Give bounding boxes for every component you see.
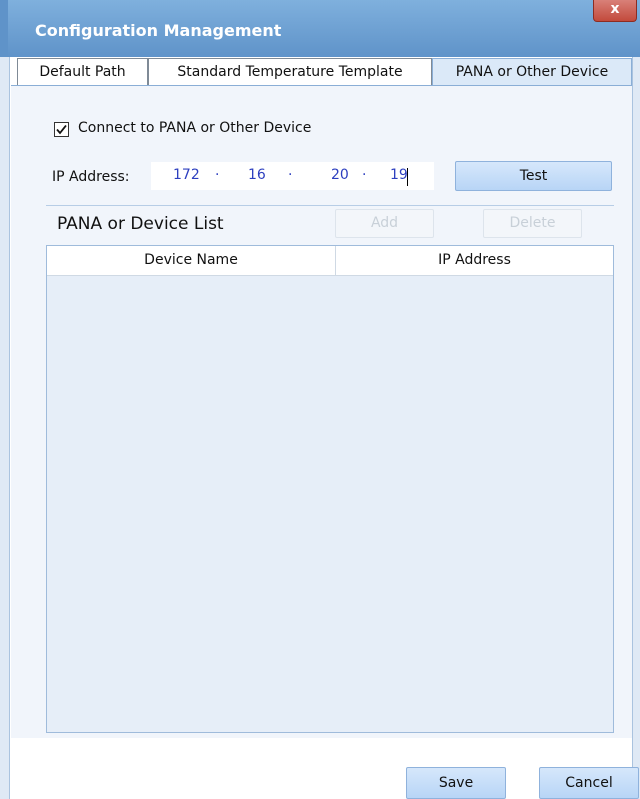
connect-checkbox[interactable] bbox=[54, 122, 69, 137]
window-title: Configuration Management bbox=[35, 21, 282, 40]
close-button[interactable]: x bbox=[593, 0, 637, 22]
ip-address-input[interactable]: 172 · 16 · 20 · 19 bbox=[151, 162, 434, 190]
cancel-button[interactable]: Cancel bbox=[539, 767, 639, 799]
ip-separator: · bbox=[288, 167, 293, 183]
device-list-title: PANA or Device List bbox=[57, 214, 224, 234]
ip-separator: · bbox=[215, 167, 220, 183]
column-header-device-name[interactable]: Device Name bbox=[47, 246, 335, 275]
save-button[interactable]: Save bbox=[406, 767, 506, 799]
tab-pana-or-other-device[interactable]: PANA or Other Device bbox=[432, 58, 632, 85]
delete-button[interactable]: Delete bbox=[483, 209, 582, 238]
add-button[interactable]: Add bbox=[335, 209, 434, 238]
ip-separator: · bbox=[362, 167, 367, 183]
tab-default-path[interactable]: Default Path bbox=[17, 58, 148, 85]
text-caret bbox=[407, 168, 408, 186]
connect-checkbox-label: Connect to PANA or Other Device bbox=[78, 120, 312, 136]
config-window: Configuration Management x Default Path … bbox=[0, 0, 640, 799]
ip-octet-1[interactable]: 172 bbox=[173, 167, 200, 183]
column-header-ip-address[interactable]: IP Address bbox=[336, 246, 613, 275]
ip-address-label: IP Address: bbox=[52, 169, 130, 185]
checkmark-icon bbox=[56, 124, 67, 135]
window-right-border bbox=[632, 57, 640, 799]
section-divider bbox=[46, 205, 614, 206]
window-left-border bbox=[0, 57, 10, 799]
ip-octet-3[interactable]: 20 bbox=[331, 167, 349, 183]
ip-octet-4[interactable]: 19 bbox=[390, 167, 408, 183]
table-header: Device Name IP Address bbox=[47, 246, 613, 276]
tab-standard-temperature-template[interactable]: Standard Temperature Template bbox=[148, 58, 432, 85]
test-button[interactable]: Test bbox=[455, 161, 612, 191]
ip-octet-2[interactable]: 16 bbox=[248, 167, 266, 183]
close-icon: x bbox=[610, 1, 620, 17]
title-bar: Configuration Management x bbox=[0, 0, 640, 57]
device-table[interactable]: Device Name IP Address bbox=[46, 245, 614, 733]
